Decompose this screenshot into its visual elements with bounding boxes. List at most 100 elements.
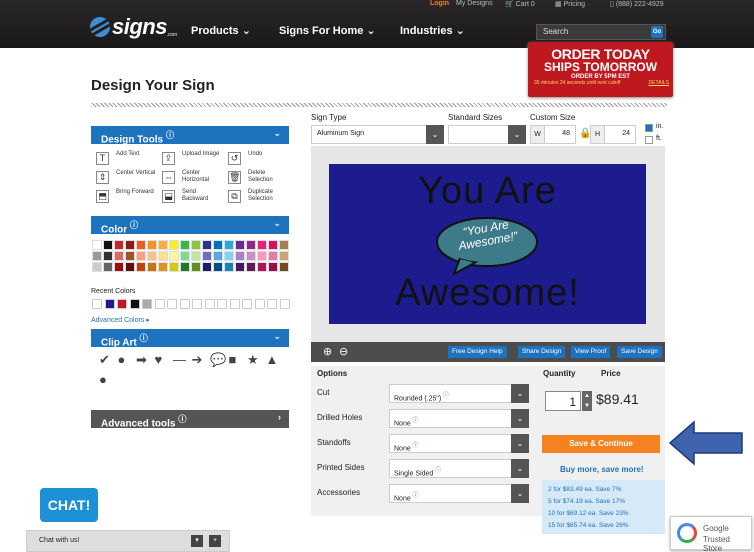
plus-icon[interactable]: + xyxy=(209,535,221,547)
tool-2-icon[interactable]: ↺ xyxy=(228,152,241,165)
sign-preview[interactable]: You Are Awesome! “You Are Awesome!” xyxy=(329,164,646,324)
clip-art-item-icon[interactable]: 💬 xyxy=(210,352,226,368)
save-design-button[interactable]: Save Design xyxy=(617,346,662,358)
tool-0-label[interactable]: Add Text xyxy=(116,151,156,158)
color-swatch[interactable] xyxy=(147,262,157,272)
tool-5-label[interactable]: Delete Selection xyxy=(248,170,288,184)
standard-sizes-select[interactable]: ⌄ xyxy=(448,125,526,144)
color-swatch[interactable] xyxy=(213,251,223,261)
info-icon[interactable]: ⓘ xyxy=(441,393,449,399)
color-swatch[interactable] xyxy=(103,240,113,250)
tool-1-label[interactable]: Upload Image xyxy=(182,151,222,158)
site-logo[interactable]: signs.com xyxy=(90,14,177,40)
color-swatch[interactable] xyxy=(125,251,135,261)
color-swatch[interactable] xyxy=(114,251,124,261)
clip-art-item-icon[interactable]: — xyxy=(173,352,186,367)
color-swatch[interactable] xyxy=(114,262,124,272)
sign-type-select[interactable]: Aluminum Sign ⌄ xyxy=(311,125,444,144)
search-go-button[interactable]: Go xyxy=(651,26,663,38)
recent-color-swatch[interactable] xyxy=(154,299,165,309)
option-select[interactable]: None ⓘ ⌄ xyxy=(389,409,529,428)
recent-color-swatch[interactable] xyxy=(117,299,127,309)
color-swatch[interactable] xyxy=(180,240,190,250)
color-swatch[interactable] xyxy=(224,240,234,250)
color-swatch[interactable] xyxy=(257,251,267,261)
sign-text-line1[interactable]: You Are xyxy=(329,170,646,213)
pricing-link[interactable]: ▦ Pricing xyxy=(555,0,585,8)
tool-4-icon[interactable]: ⇔ xyxy=(162,171,175,184)
recent-color-swatch[interactable] xyxy=(129,299,140,309)
color-swatch[interactable] xyxy=(235,251,245,261)
advanced-tools-header[interactable]: Advanced tools ⓘ › xyxy=(91,410,289,429)
clip-art-item-icon[interactable]: ➔ xyxy=(192,352,203,368)
google-trusted-store-badge[interactable]: Google Trusted Store xyxy=(670,516,752,552)
chevron-down-icon[interactable]: ▾ xyxy=(191,535,203,547)
color-swatch[interactable] xyxy=(169,240,179,250)
unit-inches-checkbox[interactable] xyxy=(645,124,653,132)
design-tools-header[interactable]: Design Tools ⓘ ⌄ xyxy=(91,126,289,145)
color-swatch[interactable] xyxy=(246,251,256,261)
color-swatch[interactable] xyxy=(169,251,179,261)
recent-color-swatch[interactable] xyxy=(167,299,177,309)
clip-art-item-icon[interactable]: ▲ xyxy=(266,352,279,367)
color-swatch[interactable] xyxy=(92,262,102,272)
zoom-in-icon[interactable]: ⊕ xyxy=(323,345,332,358)
save-continue-button[interactable]: Save & Continue xyxy=(542,435,660,453)
login-link[interactable]: Login xyxy=(430,0,449,7)
tool-5-icon[interactable]: 🗑 xyxy=(228,171,241,184)
color-swatch[interactable] xyxy=(158,251,168,261)
color-swatch[interactable] xyxy=(180,251,190,261)
tool-8-icon[interactable]: ⧉ xyxy=(228,190,241,203)
color-swatch[interactable] xyxy=(125,262,135,272)
tool-7-label[interactable]: Send Backward xyxy=(182,189,222,203)
color-swatch[interactable] xyxy=(257,262,267,272)
color-swatch[interactable] xyxy=(191,262,201,272)
recent-color-swatch[interactable] xyxy=(142,299,152,309)
color-swatch[interactable] xyxy=(224,251,234,261)
recent-color-swatch[interactable] xyxy=(179,299,190,309)
color-swatch[interactable] xyxy=(169,262,179,272)
color-swatch[interactable] xyxy=(147,251,157,261)
height-field[interactable]: H 24 xyxy=(590,125,636,144)
color-header[interactable]: Color ⓘ ⌄ xyxy=(91,216,289,235)
zoom-out-icon[interactable]: ⊖ xyxy=(339,345,348,358)
recent-color-swatch[interactable] xyxy=(192,299,202,309)
chat-bubble[interactable]: CHAT! xyxy=(40,488,98,522)
clip-art-header[interactable]: Clip Art ⓘ ⌄ xyxy=(91,329,289,348)
share-design-button[interactable]: Share Design xyxy=(518,346,566,358)
color-swatch[interactable] xyxy=(114,240,124,250)
tool-1-icon[interactable]: ⇪ xyxy=(162,152,175,165)
recent-color-swatch[interactable] xyxy=(104,299,115,309)
color-swatch[interactable] xyxy=(279,262,289,272)
info-icon[interactable]: ⓘ xyxy=(433,468,441,474)
color-swatch[interactable] xyxy=(191,240,201,250)
color-swatch[interactable] xyxy=(136,262,146,272)
tool-6-icon[interactable]: ⬒ xyxy=(96,190,109,203)
nav-signs-for-home[interactable]: Signs For Home ⌄ xyxy=(279,24,376,37)
option-select[interactable]: None ⓘ ⌄ xyxy=(389,434,529,453)
color-swatch[interactable] xyxy=(279,251,289,261)
option-select[interactable]: Single Sided ⓘ ⌄ xyxy=(389,459,529,478)
recent-color-swatch[interactable] xyxy=(229,299,240,309)
tool-2-label[interactable]: Undo xyxy=(248,151,288,158)
tool-0-icon[interactable]: T xyxy=(96,152,109,165)
clip-art-item-icon[interactable]: ➡ xyxy=(136,352,147,368)
color-swatch[interactable] xyxy=(158,262,168,272)
tool-8-label[interactable]: Duplicate Selection xyxy=(248,189,288,203)
color-swatch[interactable] xyxy=(235,262,245,272)
recent-color-swatch[interactable] xyxy=(217,299,227,309)
my-designs-link[interactable]: My Designs xyxy=(456,0,493,7)
color-swatch[interactable] xyxy=(202,251,212,261)
tool-7-icon[interactable]: ⬓ xyxy=(162,190,175,203)
sign-text-line2[interactable]: Awesome! xyxy=(329,272,646,315)
promo-details-link[interactable]: DETAILS xyxy=(649,80,669,86)
color-swatch[interactable] xyxy=(279,240,289,250)
color-swatch[interactable] xyxy=(246,240,256,250)
color-swatch[interactable] xyxy=(103,251,113,261)
recent-color-swatch[interactable] xyxy=(242,299,252,309)
color-swatch[interactable] xyxy=(191,251,201,261)
color-swatch[interactable] xyxy=(103,262,113,272)
color-swatch[interactable] xyxy=(268,240,278,250)
free-design-help-button[interactable]: Free Design Help xyxy=(448,346,507,358)
clip-art-item-icon[interactable]: ● xyxy=(118,352,126,367)
